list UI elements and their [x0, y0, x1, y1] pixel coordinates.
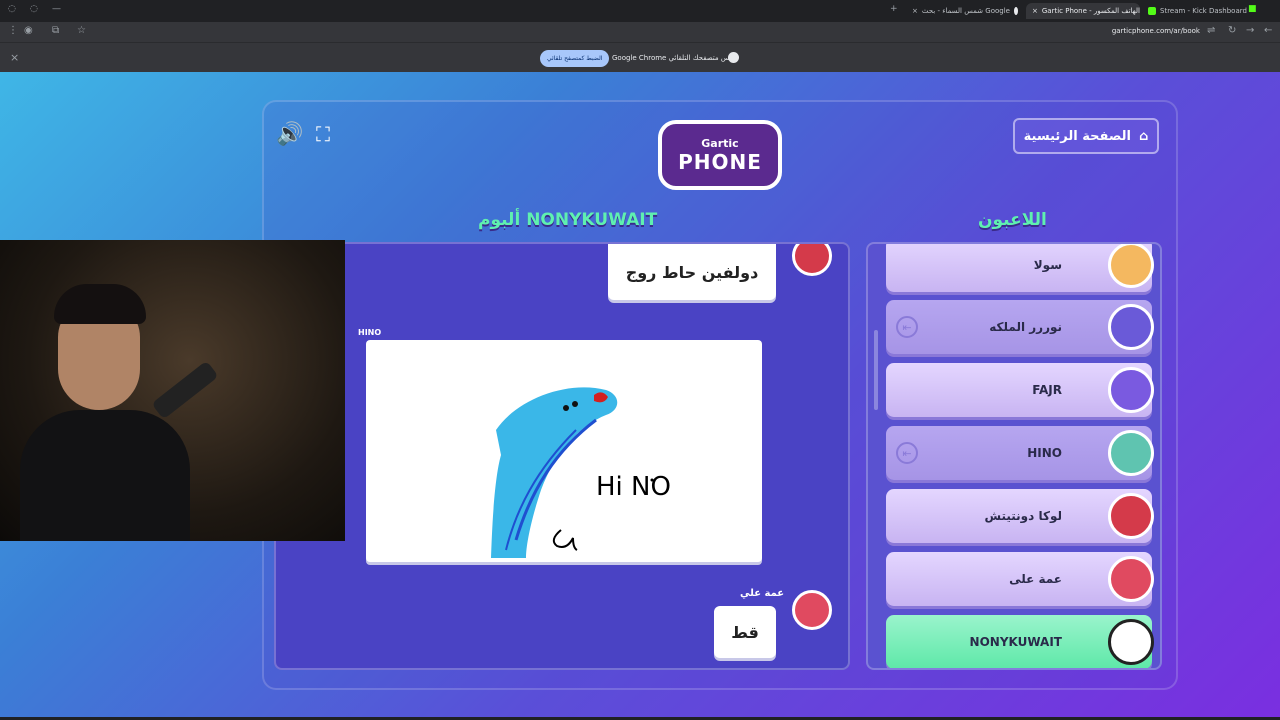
tab-label: Gartic Phone - الهاتف المكسور: [1041, 7, 1140, 15]
avatar: [1108, 367, 1154, 413]
dolphin-drawing: Hi NO: [491, 387, 671, 558]
avatar: [792, 244, 832, 276]
close-icon[interactable]: ×: [1032, 7, 1038, 15]
player-name: HINO: [1027, 446, 1062, 460]
extensions-icon[interactable]: ⧉: [52, 25, 59, 36]
tab-google[interactable]: × شمس السماء - بحث Google: [906, 3, 1024, 19]
player-card: FAJR: [886, 363, 1154, 417]
webcam-person-shirt: [20, 410, 190, 541]
avatar: [1108, 619, 1154, 665]
browser-toolbar: ⋮ ◉ ⧉ ☆ garticphone.com/ar/book ⇌ ↻ → ←: [0, 22, 1280, 42]
window-dash-icon[interactable]: —: [52, 4, 61, 14]
back-icon[interactable]: ←: [1264, 25, 1272, 36]
gartic-phone-logo: Gartic PHONE: [658, 120, 782, 190]
menu-icon[interactable]: ⋮: [8, 25, 18, 36]
album-text-bubble: دولفين حاط روج: [608, 244, 776, 300]
exit-icon: ⇤: [896, 316, 918, 338]
player-name: NONYKUWAIT: [969, 635, 1062, 649]
chrome-icon: [728, 52, 739, 63]
tab-label: شمس السماء - بحث Google: [921, 7, 1010, 15]
album-panel[interactable]: دولفين حاط روج HINO Hi NO عمة علي قط: [274, 242, 850, 670]
logo-big-text: PHONE: [678, 149, 762, 174]
browser-tab-bar: ◌ ◌ — Stream - Kick Dashboard × Gartic P…: [0, 0, 1280, 22]
sound-icon[interactable]: 🔊: [276, 122, 303, 147]
drawing-author: HINO: [358, 328, 382, 337]
player-name: FAJR: [1032, 383, 1062, 397]
avatar: [1108, 244, 1154, 288]
player-card: لوكا دونتيتش: [886, 489, 1154, 543]
set-default-button[interactable]: الضبط كمتصفح تلقائي: [540, 50, 610, 67]
infobar-message: Google Chrome ليس متصفحك التلقائي.: [612, 54, 736, 62]
player-card-self: NONYKUWAIT: [886, 615, 1154, 668]
fullscreen-icon[interactable]: ⛶: [316, 122, 330, 146]
player-name: لوكا دونتيتش: [984, 509, 1062, 523]
bookmark-star-icon[interactable]: ☆: [77, 25, 86, 36]
player-name: نوررر الملكه: [989, 320, 1062, 334]
avatar: [1108, 430, 1154, 476]
drawing-text: Hi NO: [596, 472, 671, 502]
player-card: ⇤ HINO: [886, 426, 1154, 480]
address-bar[interactable]: garticphone.com/ar/book: [1112, 27, 1200, 35]
reload-icon[interactable]: ↻: [1228, 25, 1236, 36]
webcam-person-hair: [54, 284, 146, 324]
kick-ext-icon[interactable]: ■: [1248, 4, 1257, 14]
album-text-bubble: قط: [714, 606, 776, 658]
window-menu-icon[interactable]: ◌: [8, 4, 16, 14]
player-card: سولا: [886, 244, 1154, 292]
home-button[interactable]: الصفحة الرئيسية ⌂: [1013, 118, 1159, 154]
site-settings-icon[interactable]: ⇌: [1207, 25, 1215, 36]
tab-gartic[interactable]: × Gartic Phone - الهاتف المكسور: [1026, 3, 1140, 19]
players-list[interactable]: سولا ⇤ نوررر الملكه FAJR ⇤ HINO لوكا دون…: [866, 242, 1162, 670]
game-stage: 🔊 ⛶ Gartic PHONE الصفحة الرئيسية ⌂ اللاع…: [0, 72, 1280, 717]
players-scrollbar[interactable]: [874, 330, 878, 410]
player-name: سولا: [1033, 258, 1062, 272]
player-card: عمة على: [886, 552, 1154, 606]
tab-label: Stream - Kick Dashboard: [1160, 7, 1247, 15]
avatar: [1108, 493, 1154, 539]
profile-icon[interactable]: ◉: [24, 25, 33, 36]
players-title: اللاعبون: [978, 210, 1047, 230]
album-title: ألبوم NONYKUWAIT: [478, 210, 658, 230]
avatar: [1108, 556, 1154, 602]
forward-icon[interactable]: →: [1246, 25, 1254, 36]
window-min-icon[interactable]: ◌: [30, 4, 38, 14]
close-icon[interactable]: ×: [912, 7, 918, 15]
kick-icon: [1148, 7, 1156, 15]
player-name: عمة على: [1009, 572, 1062, 586]
player-card: ⇤ نوررر الملكه: [886, 300, 1154, 354]
google-icon: [1013, 7, 1018, 15]
home-label: الصفحة الرئيسية: [1023, 128, 1131, 144]
exit-icon: ⇤: [896, 442, 918, 464]
tab-kick[interactable]: Stream - Kick Dashboard: [1142, 3, 1253, 19]
new-tab-icon[interactable]: +: [890, 4, 898, 14]
chat-author: عمة علي: [740, 588, 785, 599]
avatar: [1108, 304, 1154, 350]
webcam-overlay: [0, 240, 345, 541]
default-browser-infobar: × الضبط كمتصفح تلقائي Google Chrome ليس …: [0, 42, 1280, 72]
close-icon[interactable]: ×: [10, 51, 19, 64]
album-drawing: Hi NO: [366, 340, 762, 562]
avatar: [792, 590, 832, 630]
home-icon: ⌂: [1139, 128, 1149, 144]
logo-small-text: Gartic: [701, 136, 739, 150]
microphone-icon: [151, 360, 219, 420]
